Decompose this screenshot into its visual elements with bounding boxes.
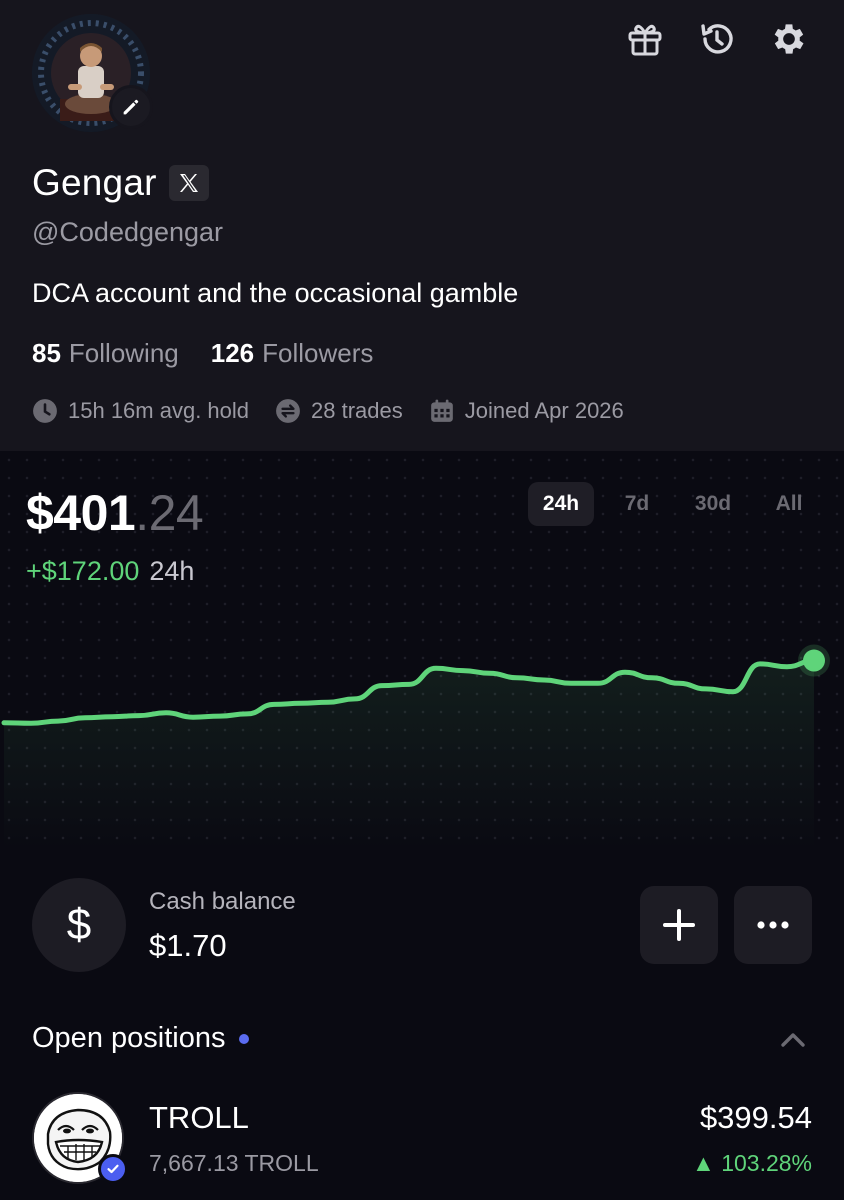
positions-indicator-dot xyxy=(239,1033,250,1044)
position-value: $399.54 xyxy=(699,1100,812,1135)
swap-icon xyxy=(276,399,300,423)
gear-icon xyxy=(774,24,804,54)
more-options-button[interactable] xyxy=(734,886,812,964)
chevron-up-icon[interactable] xyxy=(778,1026,808,1056)
balance-cents: .24 xyxy=(135,485,204,541)
following-label: Following xyxy=(68,338,179,368)
avg-hold-text: 15h 16m avg. hold xyxy=(68,398,250,423)
portfolio-change: +$172.00 24h xyxy=(26,556,194,587)
position-row[interactable]: TROLL 7,667.13 TROLL $399.54 ▲ 103.28% xyxy=(32,1092,812,1188)
range-24h[interactable]: 24h xyxy=(528,482,594,526)
change-amount: +$172.00 xyxy=(26,556,140,586)
range-30d[interactable]: 30d xyxy=(680,482,746,526)
following-link[interactable]: 85 Following xyxy=(32,338,179,369)
profile-meta: 15h 16m avg. hold 28 trades Joined Apr 2… xyxy=(32,398,624,424)
chart-end-point xyxy=(803,649,825,672)
followers-link[interactable]: 126 Followers xyxy=(211,338,374,369)
range-all[interactable]: All xyxy=(756,482,822,526)
chart-area-fill xyxy=(4,660,814,850)
avg-hold: 15h 16m avg. hold xyxy=(32,398,249,424)
cash-balance-amount: $1.70 xyxy=(149,928,227,963)
trades-count: 28 trades xyxy=(275,398,403,424)
gift-icon xyxy=(628,24,662,56)
followers-count: 126 xyxy=(210,338,255,368)
ellipsis-icon xyxy=(757,921,789,929)
x-profile-link[interactable] xyxy=(168,165,209,201)
calendar-icon xyxy=(430,399,453,422)
pencil-icon xyxy=(123,99,139,115)
portfolio-chart[interactable] xyxy=(0,600,844,850)
trades-text: 28 trades xyxy=(311,398,403,423)
following-count: 85 xyxy=(32,338,61,368)
clock-icon xyxy=(33,399,57,423)
top-actions xyxy=(624,18,810,60)
portfolio-balance: $401.24 xyxy=(26,484,204,542)
history-icon xyxy=(701,24,733,54)
joined-text: Joined Apr 2026 xyxy=(464,398,624,423)
cash-balance-label: Cash balance xyxy=(149,888,296,915)
change-period: 24h xyxy=(149,556,195,586)
profile-name: Gengar xyxy=(32,162,157,203)
name-row: Gengar xyxy=(32,162,209,204)
profile-header: Gengar @Codedgengar DCA account and the … xyxy=(0,0,844,451)
profile-bio: DCA account and the occasional gamble xyxy=(32,278,519,308)
profile-handle: @Codedgengar xyxy=(32,217,224,247)
open-positions-header[interactable]: Open positions xyxy=(32,1022,250,1055)
verified-badge-icon xyxy=(98,1154,128,1184)
open-positions-title: Open positions xyxy=(32,1022,226,1054)
checkmark-icon xyxy=(107,1164,119,1174)
token-symbol: TROLL xyxy=(149,1100,249,1135)
position-change: ▲ 103.28% xyxy=(692,1150,812,1176)
add-cash-button[interactable] xyxy=(640,886,718,964)
history-button[interactable] xyxy=(696,18,738,60)
followers-label: Followers xyxy=(262,338,374,368)
balance-whole: $401 xyxy=(26,485,136,541)
follow-stats: 85 Following 126 Followers xyxy=(32,338,373,369)
gift-button[interactable] xyxy=(624,18,666,60)
time-range-selector: 24h 7d 30d All xyxy=(528,482,822,526)
token-quantity: 7,667.13 TROLL xyxy=(149,1150,319,1176)
joined-date: Joined Apr 2026 xyxy=(429,398,624,424)
settings-button[interactable] xyxy=(768,18,810,60)
dollar-icon: $ xyxy=(32,878,126,972)
cash-balance-card: $ Cash balance $1.70 xyxy=(32,878,812,974)
x-logo-icon xyxy=(179,174,198,192)
edit-avatar-button[interactable] xyxy=(109,85,153,129)
plus-icon xyxy=(663,909,695,941)
range-7d[interactable]: 7d xyxy=(604,482,670,526)
